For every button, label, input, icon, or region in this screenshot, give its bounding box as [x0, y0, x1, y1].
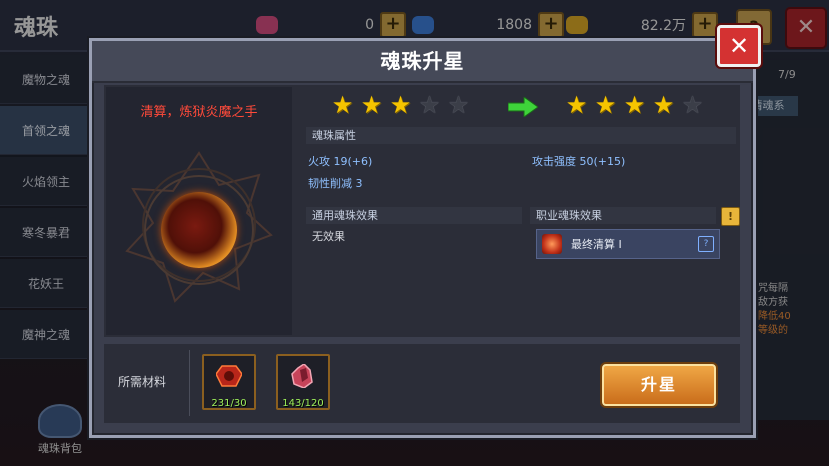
star-empty-icon: ★ — [681, 91, 704, 119]
star-filled-icon: ★ — [565, 91, 588, 119]
materials-label: 所需材料 — [118, 375, 167, 389]
soul-orb — [144, 175, 254, 285]
material-slot[interactable]: 143/120 — [276, 354, 330, 410]
attribute-attack-power: 攻击强度 50(+15) — [532, 155, 626, 168]
job-skill-icon — [542, 234, 562, 254]
next-star-rating: ★ ★ ★ ★ ★ — [564, 93, 709, 117]
material-count: 143/120 — [282, 398, 324, 409]
dialog-close-button[interactable]: ✕ — [717, 25, 761, 67]
section-soul-attributes: 魂珠属性 — [306, 127, 736, 144]
star-filled-icon: ★ — [389, 91, 412, 119]
red-soul-gem-icon — [216, 365, 242, 387]
arrow-right-icon — [508, 97, 538, 117]
section-job-effect: 职业魂珠效果 — [530, 207, 716, 224]
star-filled-icon: ★ — [594, 91, 617, 119]
common-effect-value: 无效果 — [312, 230, 345, 243]
star-filled-icon: ★ — [331, 91, 354, 119]
star-empty-icon: ★ — [418, 91, 441, 119]
soul-orb-icon — [161, 192, 237, 268]
star-filled-icon: ★ — [652, 91, 675, 119]
attribute-fire-attack: 火攻 19(+6) — [308, 155, 373, 168]
attribute-toughness-reduction: 韧性削减 3 — [308, 177, 363, 190]
star-filled-icon: ★ — [360, 91, 383, 119]
divider — [189, 350, 190, 416]
materials-section: 所需材料 231/30 143/120 升星 — [104, 344, 740, 423]
current-star-rating: ★ ★ ★ ★ ★ — [330, 93, 475, 117]
lock-icon[interactable]: ! — [721, 207, 740, 226]
job-effect-item[interactable]: 最终清算 Ⅰ ? — [536, 229, 720, 259]
star-empty-icon: ★ — [447, 91, 470, 119]
star-filled-icon: ★ — [623, 91, 646, 119]
dialog-content: 清算，炼狱炎魔之手 ★ ★ ★ ★ ★ ★ ★ ★ ★ ★ 魂珠属性 火攻 19(+6) 攻击强… — [104, 85, 740, 337]
crimson-crystal-icon — [291, 364, 313, 388]
section-common-effect: 通用魂珠效果 — [306, 207, 522, 224]
material-slot[interactable]: 231/30 — [202, 354, 256, 410]
soul-name: 清算，炼狱炎魔之手 — [140, 105, 258, 120]
soul-preview-pane: 清算，炼狱炎魔之手 — [106, 87, 292, 335]
star-upgrade-dialog: 魂珠升星 清算，炼狱炎魔之手 ★ ★ ★ ★ ★ ★ ★ ★ ★ ★ 魂珠属性 火攻 19(+6… — [89, 38, 756, 438]
material-count: 231/30 — [211, 398, 247, 409]
info-icon[interactable]: ? — [698, 236, 714, 252]
upgrade-star-button[interactable]: 升星 — [602, 364, 716, 406]
dialog-title: 魂珠升星 — [92, 41, 753, 83]
job-effect-name: 最终清算 Ⅰ — [571, 238, 622, 251]
